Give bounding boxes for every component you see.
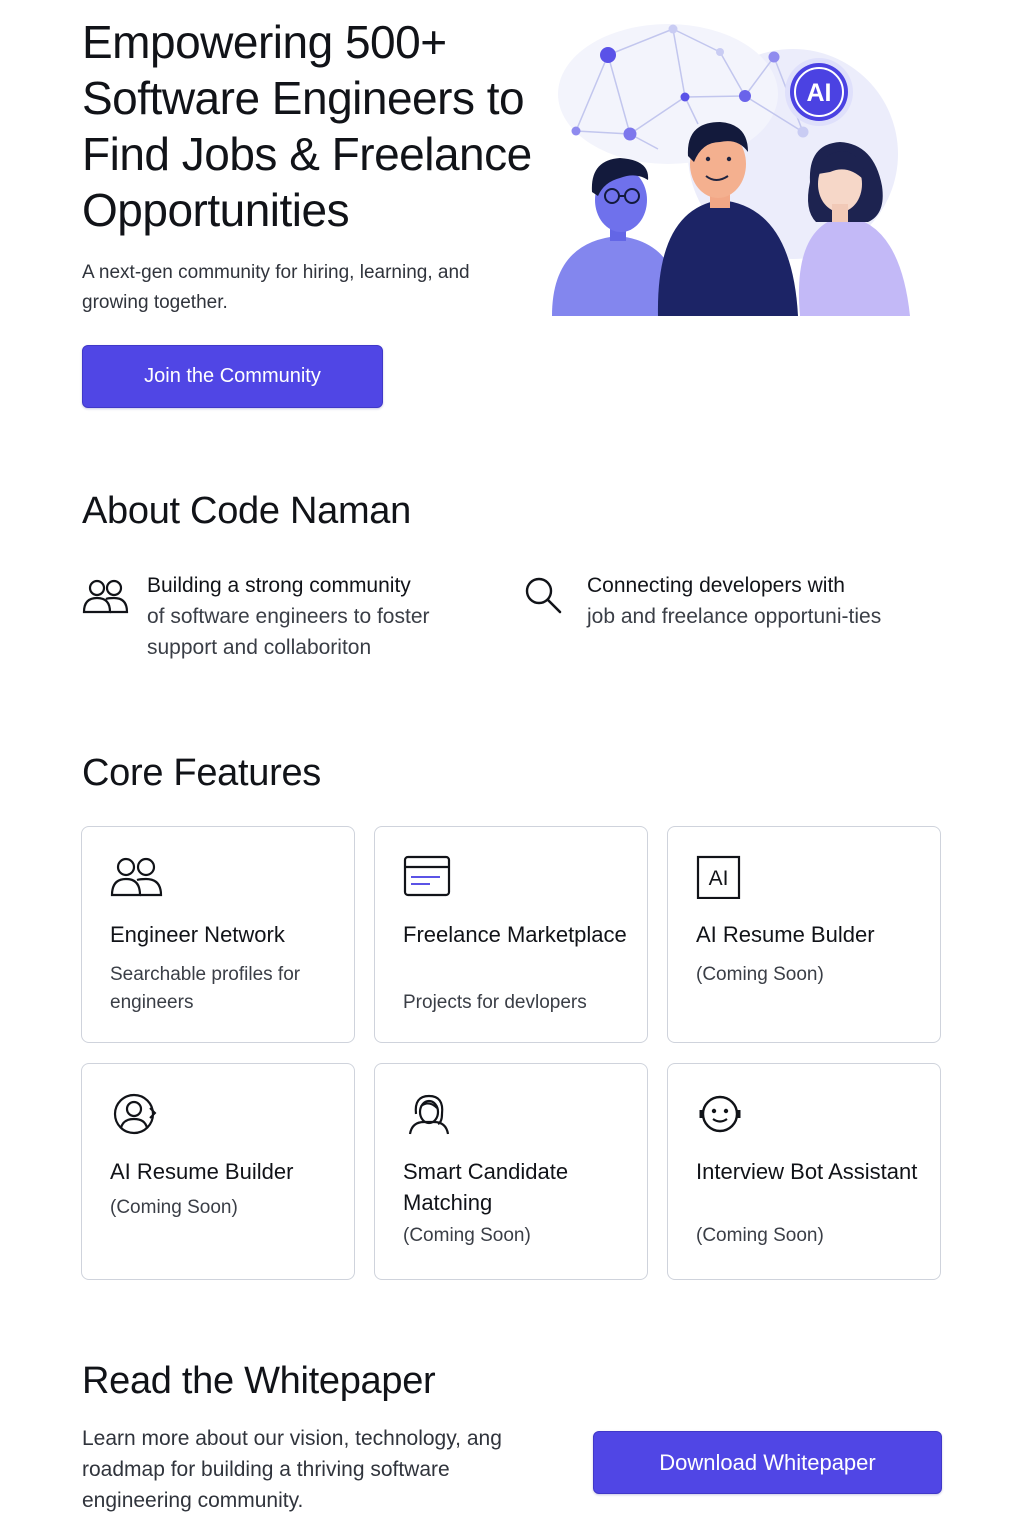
feature-card-desc: Searchable profiles for engineers	[110, 964, 301, 1013]
hero-illustration: AI	[548, 14, 928, 324]
feature-card-ai-resume-builder[interactable]: AI Resume Builder (Coming Soon)	[81, 1063, 355, 1280]
feature-card-desc: (Coming Soon)	[696, 1225, 824, 1246]
feature-card-title: AI Resume Bulder	[696, 922, 875, 947]
person-outline-icon	[402, 1092, 458, 1136]
feature-card-desc: (Coming Soon)	[696, 964, 824, 985]
ai-box-text: AI	[709, 867, 729, 890]
ai-box-icon: AI	[695, 855, 751, 900]
feature-card-title: Freelance Marketplace	[403, 922, 627, 947]
feature-card-title: Smart Candidate Matching	[403, 1159, 569, 1215]
whitepaper-title: Read the Whitepaper	[82, 1360, 436, 1402]
feature-card-ai-resume-bulder[interactable]: AI AI Resume Bulder (Coming Soon)	[667, 826, 941, 1043]
feature-card-title: Engineer Network	[110, 922, 285, 947]
about-community-text: Building a strong community of software …	[147, 570, 487, 663]
feature-card-desc: (Coming Soon)	[403, 1225, 531, 1246]
bot-face-icon	[695, 1092, 751, 1136]
feature-card-desc: Projects for devlopers	[403, 992, 587, 1013]
people-icon	[82, 576, 130, 616]
browser-window-icon	[402, 855, 458, 899]
search-icon	[522, 576, 570, 616]
about-community-lead: Building a strong community	[147, 574, 411, 597]
download-whitepaper-button[interactable]: Download Whitepaper	[593, 1431, 942, 1494]
hero-title: Empowering 500+ Software Engineers to Fi…	[82, 16, 532, 236]
ai-badge-icon: AI	[785, 58, 853, 126]
feature-card-smart-candidate-matching[interactable]: Smart Candidate Matching (Coming Soon)	[374, 1063, 648, 1280]
engineers-illustration: AI	[552, 24, 910, 316]
about-title: About Code Naman	[82, 490, 411, 532]
whitepaper-text: Learn more about our vision, technology,…	[82, 1427, 502, 1512]
about-community-rest: of software engineers to foster support …	[147, 605, 430, 659]
features-title: Core Features	[82, 752, 321, 794]
about-opportunities-lead: Connecting developers with	[587, 574, 845, 597]
feature-card-title: AI Resume Builder	[110, 1159, 294, 1184]
people-icon	[109, 855, 165, 899]
hero-subtitle: A next-gen community for hiring, learnin…	[82, 262, 470, 313]
feature-card-engineer-network[interactable]: Engineer Network Searchable profiles for…	[81, 826, 355, 1043]
feature-card-freelance-marketplace[interactable]: Freelance Marketplace Projects for devlo…	[374, 826, 648, 1043]
about-opportunities-text: Connecting developers with job and freel…	[587, 570, 927, 632]
ai-badge-text: AI	[807, 79, 832, 107]
user-circle-icon	[109, 1092, 165, 1136]
feature-card-desc: (Coming Soon)	[110, 1197, 238, 1218]
about-opportunities-rest: job and freelance opportuni-ties	[587, 605, 882, 628]
feature-card-interview-bot-assistant[interactable]: Interview Bot Assistant (Coming Soon)	[667, 1063, 941, 1280]
join-community-button[interactable]: Join the Community	[82, 345, 383, 408]
feature-card-title: Interview Bot Assistant	[696, 1159, 918, 1184]
